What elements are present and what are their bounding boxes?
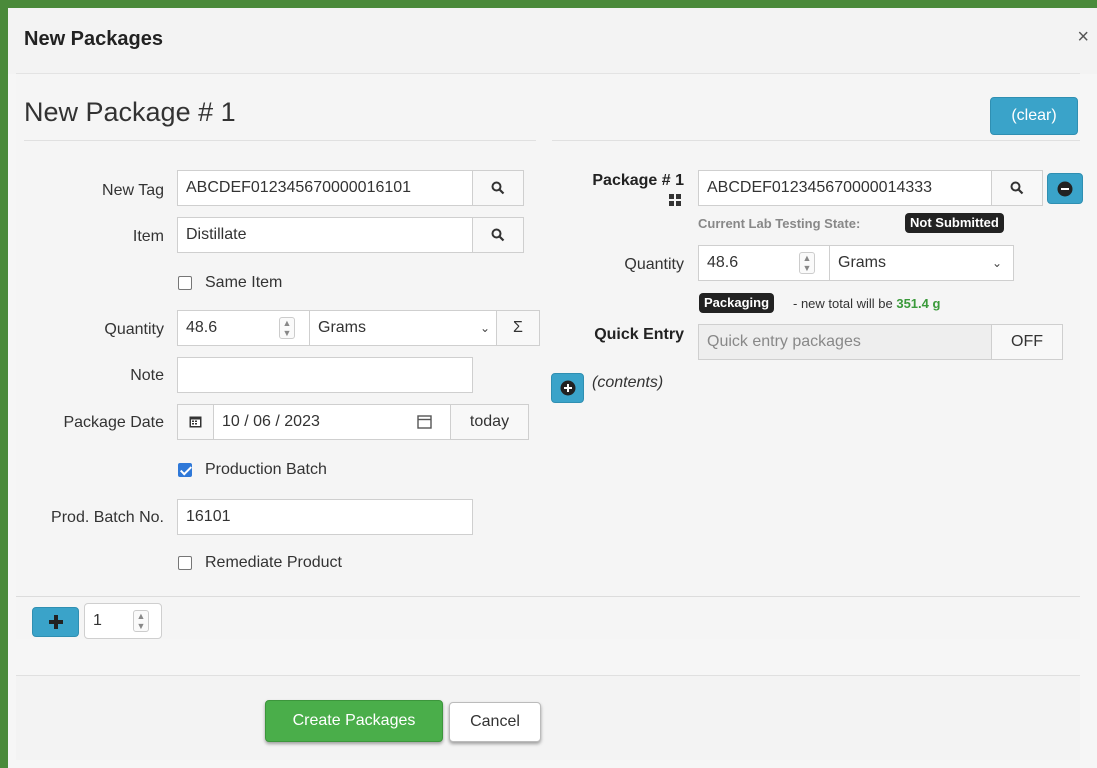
modal-header: New Packages × (8, 8, 1097, 74)
date-picker-icon[interactable] (417, 414, 432, 434)
remediate-product-checkbox[interactable] (178, 556, 192, 570)
lab-state-badge: Not Submitted (905, 213, 1004, 233)
remediate-product-label: Remediate Product (205, 554, 342, 571)
package-number-label: Package # 1 (592, 172, 684, 189)
plus-icon (48, 615, 63, 629)
unit-select[interactable]: Grams (309, 310, 497, 346)
prod-batch-no-label: Prod. Batch No. (51, 509, 164, 526)
package-tag-input[interactable]: ABCDEF012345670000014333 (698, 170, 992, 206)
packaging-text: - new total will be (793, 296, 893, 311)
item-label: Item (132, 228, 164, 245)
calendar-addon (177, 404, 214, 440)
quantity-stepper[interactable]: ▲ ▼ (279, 317, 295, 339)
right-quantity-stepper[interactable]: ▲ ▼ (799, 252, 815, 274)
remove-package-button[interactable] (1047, 173, 1083, 204)
packaging-note: - new total will be 351.4 g (793, 296, 940, 311)
production-batch-checkbox[interactable] (178, 463, 192, 477)
prod-batch-no-input[interactable]: 16101 (177, 499, 473, 535)
window-frame-left (0, 0, 8, 768)
minus-circle-icon (1057, 181, 1073, 197)
add-count-input[interactable]: 1 (84, 603, 162, 639)
cancel-button[interactable]: Cancel (449, 702, 541, 742)
right-quantity-label: Quantity (624, 256, 684, 273)
divider (552, 140, 1080, 141)
note-input[interactable] (177, 357, 473, 393)
clear-button[interactable]: (clear) (990, 97, 1078, 135)
quick-entry-toggle[interactable]: OFF (991, 324, 1063, 360)
contents-label: (contents) (592, 374, 664, 391)
page-title: New Package # 1 (24, 97, 236, 127)
close-icon[interactable]: × (1077, 26, 1089, 49)
search-icon (1010, 181, 1024, 195)
package-date-input[interactable]: 10 / 06 / 2023 (213, 404, 451, 440)
barcode-icon (669, 193, 681, 211)
calendar-icon (189, 416, 202, 428)
modal-footer (16, 675, 1080, 760)
divider (24, 140, 536, 141)
chevron-down-icon: ⌄ (480, 321, 491, 335)
create-packages-button[interactable]: Create Packages (265, 700, 443, 742)
window-frame-top (0, 0, 1097, 8)
modal-title: New Packages (24, 28, 163, 50)
new-total-value: 351.4 g (896, 296, 941, 311)
search-icon (491, 181, 505, 195)
divider (16, 596, 1080, 597)
search-icon (491, 228, 505, 242)
packaging-badge: Packaging (699, 293, 775, 313)
new-tag-search-button[interactable] (472, 170, 524, 206)
add-contents-button[interactable] (551, 373, 584, 403)
plus-circle-icon (560, 380, 575, 396)
item-input[interactable]: Distillate (177, 217, 473, 253)
package-search-button[interactable] (991, 170, 1043, 206)
lab-state-label: Current Lab Testing State: (698, 216, 861, 231)
same-item-label: Same Item (205, 274, 283, 291)
right-unit-select[interactable]: Grams (829, 245, 1014, 281)
add-count-stepper[interactable]: ▲ ▼ (133, 610, 149, 632)
production-batch-label: Production Batch (205, 461, 327, 478)
item-search-button[interactable] (472, 217, 524, 253)
sum-button[interactable]: Σ (496, 310, 540, 346)
add-package-button[interactable] (32, 607, 79, 637)
quick-entry-label: Quick Entry (594, 326, 684, 343)
note-label: Note (130, 367, 164, 384)
today-button[interactable]: today (450, 404, 529, 440)
quantity-label: Quantity (104, 321, 164, 338)
new-tag-input[interactable]: ABCDEF012345670000016101 (177, 170, 473, 206)
new-tag-label: New Tag (102, 182, 164, 199)
same-item-checkbox[interactable] (178, 276, 192, 290)
chevron-down-icon: ⌄ (992, 256, 1003, 270)
quick-entry-input[interactable]: Quick entry packages (698, 324, 992, 360)
package-date-label: Package Date (63, 414, 164, 431)
